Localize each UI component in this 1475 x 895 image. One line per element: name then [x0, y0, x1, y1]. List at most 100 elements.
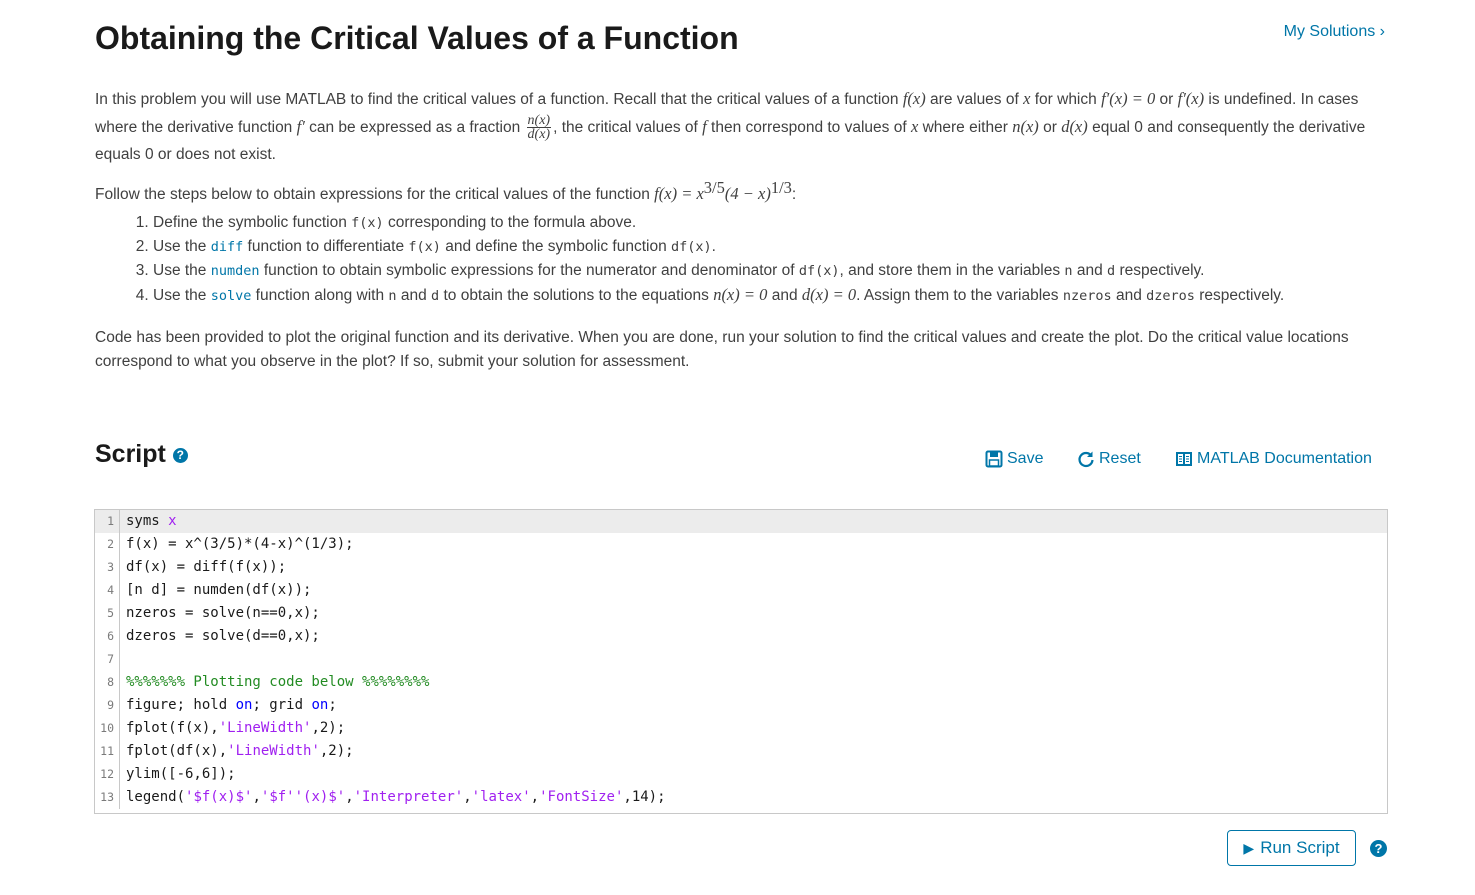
math: f(x) [902, 89, 926, 108]
code-line[interactable]: 5 nzeros = solve(n==0,x); [95, 602, 1387, 625]
code-text: fplot(f(x),'LineWidth',2); [126, 717, 345, 740]
save-button[interactable]: Save [985, 450, 1043, 468]
text: : [791, 186, 797, 204]
matlab-documentation-button[interactable]: MATLAB Documentation [1175, 450, 1372, 468]
help-icon[interactable]: ? [172, 447, 188, 463]
code-token-kw: on [311, 697, 329, 713]
code-line[interactable]: 2 f(x) = x^(3/5)*(4-x)^(1/3); [95, 533, 1387, 556]
reset-button[interactable]: Reset [1077, 450, 1141, 468]
text: for which [1030, 91, 1102, 108]
math: n(x) = 0 [713, 284, 768, 304]
script-title: Script [95, 440, 166, 468]
reset-label: Reset [1099, 450, 1141, 467]
text: and define the symbolic function [440, 237, 671, 255]
code-line[interactable]: 9 figure; hold on; grid on; [95, 694, 1387, 717]
math: n(x) [1012, 117, 1039, 136]
code-line[interactable]: 1 syms x [95, 510, 1387, 533]
text: Define the symbolic function [153, 213, 352, 231]
text: and [396, 286, 432, 304]
function-link[interactable]: solve [211, 288, 252, 304]
text: respectively. [1115, 261, 1205, 279]
code: d [1107, 262, 1116, 279]
text: . [711, 237, 716, 255]
problem-description: In this problem you will use MATLAB to f… [95, 85, 1385, 374]
line-number: 11 [95, 740, 120, 763]
my-solutions-link[interactable]: My Solutions › [1284, 23, 1385, 41]
text: and [1072, 261, 1108, 279]
function-link[interactable]: diff [211, 239, 244, 255]
code-editor[interactable]: 1 syms x 2 f(x) = x^(3/5)*(4-x)^(1/3); 3 df(x… [94, 509, 1388, 814]
code-token-kw: on [235, 697, 253, 713]
code-line[interactable]: 7 [95, 648, 1387, 671]
line-number: 7 [95, 648, 120, 671]
code-token: fplot(f(x), [126, 720, 219, 736]
math: d(x) [1061, 117, 1088, 136]
code-token: f(x) = x^(3/5)*(4-x)^(1/3); [126, 536, 354, 552]
line-number: 5 [95, 602, 120, 625]
text: or [1038, 119, 1062, 136]
code: dzeros [1146, 287, 1195, 304]
math-exponent: 3/5 [703, 178, 725, 198]
code-line[interactable]: 8 %%%%%%% Plotting code below %%%%%%%% [95, 671, 1387, 694]
code-token: ylim([-6,6]); [126, 766, 236, 782]
code: f(x) [408, 238, 441, 255]
code-line[interactable]: 6 dzeros = solve(d==0,x); [95, 625, 1387, 648]
math: f′(x) [1177, 89, 1205, 108]
function-link[interactable]: numden [211, 263, 260, 279]
code-text: dzeros = solve(d==0,x); [126, 625, 320, 648]
code-line[interactable]: 3 df(x) = diff(f(x)); [95, 556, 1387, 579]
math: f′ [296, 117, 305, 136]
step-item: Use the solve function along with n and … [153, 283, 1385, 308]
code-token-str: '$f''(x)$' [260, 789, 346, 805]
line-number: 3 [95, 556, 120, 579]
page-title: Obtaining the Critical Values of a Funct… [95, 20, 739, 56]
text: function along with [251, 286, 389, 304]
code-text: df(x) = diff(f(x)); [126, 556, 286, 579]
code-text: figure; hold on; grid on; [126, 694, 337, 717]
text: Use the [153, 261, 211, 279]
line-number: 10 [95, 717, 120, 740]
code-token-str: 'LineWidth' [218, 720, 312, 736]
text: or [1155, 91, 1178, 108]
text: respectively. [1194, 286, 1285, 304]
line-number: 8 [95, 671, 120, 694]
code-token-str: 'FontSize' [539, 789, 624, 805]
book-icon [1176, 452, 1192, 466]
math: f′(x) = 0 [1101, 89, 1156, 108]
code-line[interactable]: 11 fplot(df(x),'LineWidth',2); [95, 740, 1387, 763]
code-token: , [252, 789, 261, 805]
code-token: ; grid [252, 697, 312, 713]
line-number: 9 [95, 694, 120, 717]
code-text: [n d] = numden(df(x)); [126, 579, 311, 602]
line-number: 1 [95, 510, 120, 533]
code-token: figure; hold [126, 697, 236, 713]
code-line[interactable]: 13 legend('$f(x)$','$f''(x)$','Interprete… [95, 786, 1387, 809]
code-text: fplot(df(x),'LineWidth',2); [126, 740, 354, 763]
save-icon [985, 450, 1003, 468]
math: f(x) = x [654, 184, 704, 204]
code: df(x) [798, 262, 840, 279]
code-line[interactable]: 12 ylim([-6,6]); [95, 763, 1387, 786]
code-token-str: 'latex' [471, 789, 531, 805]
code-token: , [463, 789, 472, 805]
code-token: fplot(df(x), [126, 743, 228, 759]
code-line[interactable]: 10 fplot(f(x),'LineWidth',2); [95, 717, 1387, 740]
text: In this problem you will use MATLAB to f… [95, 91, 903, 108]
run-help-icon[interactable]: ? [1370, 840, 1387, 857]
code: n [1064, 262, 1073, 279]
code-token: [n d] = numden(df(x)); [126, 582, 312, 598]
code-token: ,14); [623, 789, 666, 805]
code: nzeros [1062, 287, 1112, 304]
text: can be expressed as a fraction [304, 119, 525, 136]
code-text: nzeros = solve(n==0,x); [126, 602, 320, 625]
step-item: Define the symbolic function f(x) corres… [153, 211, 1385, 235]
text: function to obtain symbolic expressions … [259, 261, 799, 279]
run-script-button[interactable]: ▶ Run Script [1227, 830, 1356, 866]
code: d [431, 287, 440, 304]
code-token: , [345, 789, 354, 805]
step-item: Use the diff function to differentiate f… [153, 235, 1385, 259]
code-line[interactable]: 4 [n d] = numden(df(x)); [95, 579, 1387, 602]
code-token: syms [126, 513, 169, 529]
line-number: 2 [95, 533, 120, 556]
text: and [767, 286, 802, 304]
